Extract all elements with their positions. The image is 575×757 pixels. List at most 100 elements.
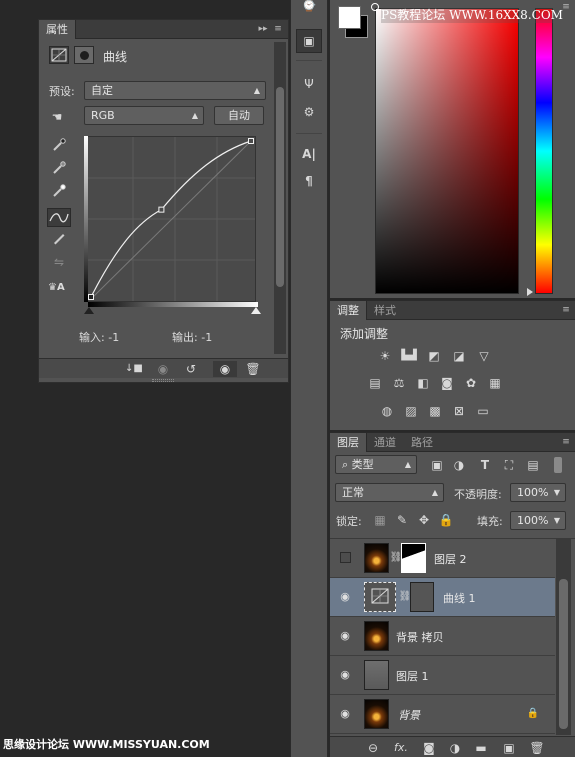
curves-graph[interactable] — [86, 136, 256, 302]
fill-field[interactable]: 100% ▼ — [510, 511, 566, 530]
blend-mode-dropdown[interactable]: 正常 ▲ — [335, 483, 444, 502]
black-white-icon[interactable]: ◧ — [415, 375, 431, 391]
black-slider-handle[interactable] — [84, 307, 94, 314]
layer-row[interactable]: ◉ ⛓ 曲线 1 — [330, 578, 555, 617]
properties-dock-button[interactable]: ▣ — [296, 29, 322, 53]
layer-mask-thumbnail[interactable] — [410, 582, 434, 612]
eye-icon[interactable]: ◉ — [338, 629, 352, 643]
scroll-thumb[interactable] — [276, 87, 284, 287]
layer-filter-dropdown[interactable]: ⌕ 类型 ▲ — [335, 455, 417, 474]
preset-dropdown[interactable]: 自定 ▲ — [84, 81, 266, 100]
layer-row[interactable]: ◉ 图层 1 — [330, 656, 555, 695]
brush-presets-icon[interactable]: Ψ — [301, 76, 317, 92]
color-balance-icon[interactable]: ⚖ — [391, 375, 407, 391]
tab-styles[interactable]: 样式 — [367, 301, 403, 320]
lock-transparent-icon[interactable]: ▦ — [372, 512, 388, 528]
panel-menu-icon[interactable]: ≡ — [559, 437, 573, 447]
history-icon[interactable]: ⌚ — [301, 0, 317, 13]
add-mask-icon[interactable]: ◙ — [421, 740, 437, 756]
visibility-eye-icon[interactable]: ◉ — [213, 361, 237, 377]
gradient-map-icon[interactable]: ▭ — [475, 403, 491, 419]
gray-point-eyedropper-icon[interactable] — [51, 161, 67, 177]
photo-filter-icon[interactable]: ◙ — [439, 375, 455, 391]
curve-control-point[interactable] — [88, 294, 94, 300]
eye-icon[interactable]: ◉ — [338, 668, 352, 682]
curve-control-point[interactable] — [248, 138, 254, 144]
lock-image-icon[interactable]: ✎ — [394, 512, 410, 528]
properties-scrollbar[interactable] — [274, 42, 286, 354]
clip-to-layer-icon[interactable]: ↓■ — [125, 361, 143, 377]
fx-icon[interactable]: fx. — [393, 740, 409, 756]
curve-edit-points-icon[interactable] — [47, 208, 71, 227]
character-icon[interactable]: A| — [301, 146, 317, 162]
tab-layers[interactable]: 图层 — [330, 433, 367, 452]
invert-icon[interactable]: ◍ — [379, 403, 395, 419]
filter-adjustment-icon[interactable]: ◑ — [451, 457, 467, 473]
panel-menu-icon[interactable]: ≡ — [559, 2, 573, 12]
color-lookup-icon[interactable]: ▦ — [487, 375, 503, 391]
curves-icon[interactable]: ◩ — [426, 348, 442, 364]
layer-row[interactable]: ◉ 背景 🔒 — [330, 695, 555, 734]
layer-row[interactable]: ◉ 背景 拷贝 — [330, 617, 555, 656]
paragraph-icon[interactable]: ¶ — [301, 173, 317, 189]
tab-adjustments[interactable]: 调整 — [330, 301, 367, 320]
auto-button[interactable]: 自动 — [214, 106, 264, 125]
clipping-warning-icon[interactable]: ♛A — [48, 282, 65, 293]
collapse-icon[interactable]: ▸▸ — [256, 24, 270, 34]
new-layer-icon[interactable]: ▣ — [501, 740, 517, 756]
opacity-field[interactable]: 100% ▼ — [510, 483, 566, 502]
saturation-brightness-field[interactable] — [375, 8, 519, 294]
layer-mask-icon[interactable] — [74, 46, 94, 64]
black-point-eyedropper-icon[interactable] — [51, 138, 67, 154]
scroll-thumb[interactable] — [559, 579, 568, 729]
filter-pixel-icon[interactable]: ▣ — [429, 457, 445, 473]
reset-icon[interactable]: ↺ — [183, 361, 199, 377]
hue-slider-handle[interactable] — [527, 288, 533, 296]
link-layers-icon[interactable]: ⊖ — [365, 740, 381, 756]
tab-paths[interactable]: 路径 — [404, 433, 440, 452]
layers-scrollbar[interactable] — [556, 539, 571, 735]
threshold-icon[interactable]: ▩ — [427, 403, 443, 419]
new-adjustment-icon[interactable]: ◑ — [447, 740, 463, 756]
layer-mask-thumbnail[interactable] — [401, 543, 426, 573]
posterize-icon[interactable]: ▨ — [403, 403, 419, 419]
layer-row[interactable]: ⛓ 图层 2 — [330, 539, 555, 578]
panel-menu-icon[interactable]: ≡ — [559, 305, 573, 315]
eye-icon[interactable]: ◉ — [338, 590, 352, 604]
visibility-off-box[interactable] — [340, 552, 351, 563]
hue-saturation-icon[interactable]: ▤ — [367, 375, 383, 391]
view-previous-state-icon[interactable]: ◉ — [155, 361, 171, 377]
selective-color-icon[interactable]: ⊠ — [451, 403, 467, 419]
brightness-contrast-icon[interactable]: ☀ — [377, 348, 393, 364]
trash-icon[interactable]: 🗑 — [245, 361, 261, 377]
panel-menu-icon[interactable]: ≡ — [271, 24, 285, 34]
filter-smart-object-icon[interactable]: ▤ — [525, 457, 541, 473]
brush-settings-icon[interactable]: ⚙ — [301, 104, 317, 120]
pencil-draw-icon[interactable] — [51, 231, 67, 247]
white-slider-handle[interactable] — [251, 307, 261, 314]
foreground-color-swatch[interactable] — [338, 6, 361, 29]
tab-properties[interactable]: 属性 — [39, 20, 76, 39]
new-group-icon[interactable]: ▬ — [473, 740, 489, 756]
color-picker-cursor[interactable] — [371, 3, 379, 11]
tab-channels[interactable]: 通道 — [367, 433, 403, 452]
smooth-curve-icon[interactable]: ⇋ — [51, 254, 67, 270]
filter-type-icon[interactable]: T — [477, 457, 493, 473]
lock-position-icon[interactable]: ✥ — [416, 512, 432, 528]
vibrance-icon[interactable]: ▽ — [476, 348, 492, 364]
eye-icon[interactable]: ◉ — [338, 707, 352, 721]
filter-toggle[interactable] — [554, 457, 562, 473]
lock-all-icon[interactable]: 🔒 — [438, 512, 454, 528]
levels-icon[interactable]: ▙▟ — [401, 348, 417, 364]
white-point-eyedropper-icon[interactable] — [51, 184, 67, 200]
target-adjust-hand-icon[interactable]: ☚ — [49, 109, 65, 125]
hue-slider[interactable] — [535, 8, 553, 294]
channel-dropdown[interactable]: RGB ▲ — [84, 106, 204, 125]
exposure-icon[interactable]: ◪ — [451, 348, 467, 364]
filter-shape-icon[interactable]: ⛶ — [501, 457, 517, 473]
channel-mixer-icon[interactable]: ✿ — [463, 375, 479, 391]
curve-control-point[interactable] — [158, 206, 165, 213]
curves-adjustment-icon[interactable] — [49, 46, 69, 64]
trash-icon[interactable]: 🗑 — [529, 740, 545, 756]
resize-grip[interactable] — [152, 379, 174, 382]
